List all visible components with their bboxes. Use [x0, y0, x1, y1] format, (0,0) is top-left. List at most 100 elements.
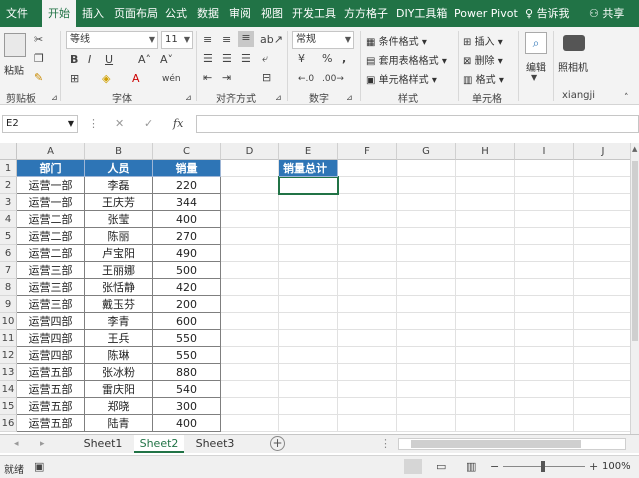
empty-cell[interactable] [456, 228, 515, 245]
empty-cell[interactable] [574, 262, 630, 279]
column-header-f[interactable]: F [338, 143, 397, 160]
table-cell[interactable]: 王丽娜 [85, 262, 153, 279]
cut-icon[interactable]: ✂ [34, 33, 43, 47]
empty-cell[interactable] [515, 262, 574, 279]
empty-cell[interactable] [279, 279, 338, 296]
table-cell[interactable]: 运营五部 [17, 381, 85, 398]
table-cell[interactable]: 运营五部 [17, 364, 85, 381]
tab-file[interactable]: 文件 [6, 0, 28, 27]
row-header-8[interactable]: 8 [0, 279, 17, 296]
empty-cell[interactable] [456, 279, 515, 296]
empty-cell[interactable] [338, 279, 397, 296]
table-header-cell[interactable]: 人员 [85, 160, 153, 177]
number-launcher-icon[interactable]: ⊿ [346, 91, 353, 105]
empty-cell[interactable] [279, 262, 338, 279]
align-center-icon[interactable]: ☰ [222, 52, 232, 66]
empty-cell[interactable] [279, 347, 338, 364]
empty-cell[interactable] [221, 160, 279, 177]
empty-cell[interactable] [279, 313, 338, 330]
tab-data[interactable]: 数据 [197, 0, 219, 27]
zoom-slider-thumb[interactable] [541, 461, 545, 472]
empty-cell[interactable] [515, 381, 574, 398]
tab-formulas[interactable]: 公式 [165, 0, 187, 27]
row-header-10[interactable]: 10 [0, 313, 17, 330]
table-cell[interactable]: 运营二部 [17, 245, 85, 262]
empty-cell[interactable] [574, 228, 630, 245]
empty-cell[interactable] [397, 160, 456, 177]
row-header-7[interactable]: 7 [0, 262, 17, 279]
format-cells-button[interactable]: ▥ 格式 ▾ [463, 71, 504, 86]
percent-button[interactable]: % [322, 52, 332, 66]
empty-cell[interactable] [574, 347, 630, 364]
merge-center-icon[interactable]: ⊟ [262, 71, 271, 85]
empty-cell[interactable] [221, 347, 279, 364]
table-cell[interactable]: 550 [153, 330, 221, 347]
empty-cell[interactable] [338, 194, 397, 211]
table-cell[interactable]: 200 [153, 296, 221, 313]
alignment-launcher-icon[interactable]: ⊿ [275, 91, 282, 105]
empty-cell[interactable] [338, 415, 397, 432]
empty-cell[interactable] [456, 364, 515, 381]
empty-cell[interactable] [279, 245, 338, 262]
empty-cell[interactable] [456, 245, 515, 262]
row-header-2[interactable]: 2 [0, 177, 17, 194]
tab-page-layout[interactable]: 页面布局 [114, 0, 158, 27]
table-cell[interactable]: 张莹 [85, 211, 153, 228]
empty-cell[interactable] [397, 177, 456, 194]
wrap-text-icon[interactable]: ⤶ [262, 52, 268, 66]
empty-cell[interactable] [515, 279, 574, 296]
empty-cell[interactable] [397, 398, 456, 415]
tab-review[interactable]: 审阅 [229, 0, 251, 27]
table-cell[interactable]: 陈琳 [85, 347, 153, 364]
table-cell[interactable]: 420 [153, 279, 221, 296]
empty-cell[interactable] [456, 330, 515, 347]
empty-cell[interactable] [221, 194, 279, 211]
table-cell[interactable]: 张恬静 [85, 279, 153, 296]
formula-input[interactable] [196, 115, 639, 133]
table-header-cell[interactable]: 部门 [17, 160, 85, 177]
table-cell[interactable]: 运营五部 [17, 415, 85, 432]
table-cell[interactable]: 600 [153, 313, 221, 330]
font-name-select[interactable]: 等线 ▼ [66, 31, 158, 49]
bold-button[interactable]: B [70, 53, 78, 67]
empty-cell[interactable] [397, 347, 456, 364]
empty-cell[interactable] [338, 364, 397, 381]
select-all-corner[interactable] [0, 143, 17, 160]
empty-cell[interactable] [515, 313, 574, 330]
font-size-select[interactable]: 11 ▼ [161, 31, 193, 49]
tell-me-search[interactable]: ♀ 告诉我 [525, 0, 570, 27]
row-header-14[interactable]: 14 [0, 381, 17, 398]
enter-icon[interactable]: ✓ [144, 117, 153, 131]
row-header-13[interactable]: 13 [0, 364, 17, 381]
search-icon[interactable]: ⌕ [525, 32, 547, 54]
page-layout-view-icon[interactable]: ▭ [436, 460, 446, 474]
empty-cell[interactable] [574, 211, 630, 228]
empty-cell[interactable] [221, 313, 279, 330]
row-header-6[interactable]: 6 [0, 245, 17, 262]
align-right-icon[interactable]: ☰ [241, 52, 251, 66]
row-header-12[interactable]: 12 [0, 347, 17, 364]
empty-cell[interactable] [221, 245, 279, 262]
empty-cell[interactable] [397, 279, 456, 296]
scroll-right-icon[interactable]: ▸ [40, 437, 45, 451]
empty-cell[interactable] [574, 313, 630, 330]
table-cell[interactable]: 张冰粉 [85, 364, 153, 381]
table-cell[interactable]: 卢宝阳 [85, 245, 153, 262]
empty-cell[interactable] [574, 160, 630, 177]
row-header-16[interactable]: 16 [0, 415, 17, 432]
empty-cell[interactable] [338, 228, 397, 245]
format-as-table-button[interactable]: ▤ 套用表格格式 ▾ [366, 52, 447, 67]
column-header-j[interactable]: J [574, 143, 630, 160]
sheet-tab-sheet1[interactable]: Sheet1 [78, 435, 128, 453]
empty-cell[interactable] [515, 415, 574, 432]
scroll-thumb[interactable] [632, 161, 638, 341]
phonetic-button[interactable]: wén [162, 72, 181, 86]
empty-cell[interactable] [221, 211, 279, 228]
table-cell[interactable]: 550 [153, 347, 221, 364]
empty-cell[interactable] [221, 296, 279, 313]
table-cell[interactable]: 李磊 [85, 177, 153, 194]
empty-cell[interactable] [515, 245, 574, 262]
align-bottom-icon[interactable]: ≡ [238, 31, 254, 47]
column-header-h[interactable]: H [456, 143, 515, 160]
empty-cell[interactable] [456, 262, 515, 279]
